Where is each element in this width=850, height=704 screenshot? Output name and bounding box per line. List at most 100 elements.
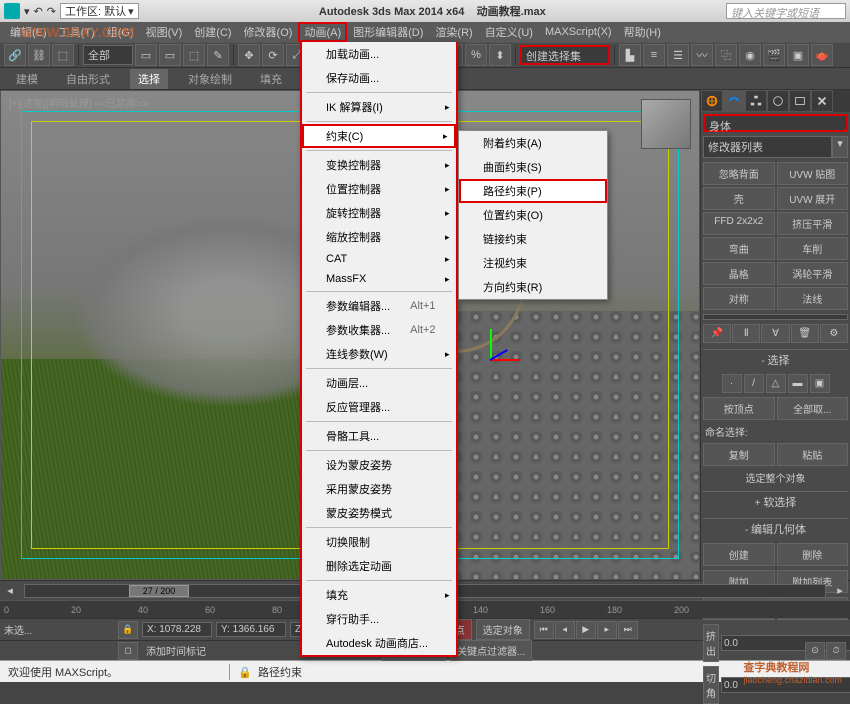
modifier-preset-button[interactable]: 对称: [703, 287, 775, 310]
menu-row[interactable]: 设为蒙皮姿势: [302, 453, 456, 477]
menu-row[interactable]: 参数收集器...Alt+2: [302, 318, 456, 342]
motion-tab-icon[interactable]: [767, 90, 789, 112]
menu-item[interactable]: 帮助(H): [618, 22, 667, 42]
remove-mod-icon[interactable]: 🗑: [791, 324, 819, 343]
select-name-icon[interactable]: ▭: [159, 44, 181, 66]
menu-item[interactable]: 修改器(O): [238, 22, 299, 42]
lock-icon[interactable]: 🔒: [238, 666, 250, 678]
viewcube[interactable]: [641, 99, 691, 149]
named-selection-dropdown[interactable]: 创建选择集: [520, 45, 610, 65]
select-icon[interactable]: ▭: [135, 44, 157, 66]
menu-row[interactable]: 位置约束(O): [459, 203, 607, 227]
face-subobj-icon[interactable]: △: [766, 374, 786, 393]
qat-icon[interactable]: ▾: [24, 5, 30, 18]
menu-row[interactable]: 参数编辑器...Alt+1: [302, 294, 456, 318]
menu-row[interactable]: 保存动画...: [302, 66, 456, 90]
soft-select-rollout[interactable]: + 软选择: [703, 491, 848, 512]
align-icon[interactable]: ≡: [643, 44, 665, 66]
menu-row[interactable]: CAT: [302, 249, 456, 269]
app-logo[interactable]: [4, 3, 20, 19]
menu-item[interactable]: 创建(C): [188, 22, 237, 42]
menu-row[interactable]: IK 解算器(I): [302, 95, 456, 119]
help-search[interactable]: 键入关键字或短语: [726, 3, 846, 19]
menu-row[interactable]: 骨骼工具...: [302, 424, 456, 448]
selection-rollout[interactable]: - 选择: [703, 349, 848, 370]
dropdown-arrow-icon[interactable]: ▾: [832, 136, 848, 158]
paste-btn[interactable]: 粘贴: [777, 443, 849, 466]
display-tab-icon[interactable]: [789, 90, 811, 112]
copy-btn[interactable]: 复制: [703, 443, 775, 466]
script-listener[interactable]: 欢迎使用 MAXScript。: [0, 664, 230, 680]
modifier-preset-button[interactable]: 挤压平滑: [777, 212, 849, 235]
config-icon[interactable]: ⚙: [820, 324, 848, 343]
render-icon[interactable]: 🫖: [811, 44, 833, 66]
menu-item[interactable]: 渲染(R): [429, 22, 478, 42]
menu-row[interactable]: 采用蒙皮姿势: [302, 477, 456, 501]
timeline-next-icon[interactable]: ▸: [830, 584, 850, 597]
menu-row[interactable]: 加载动画...: [302, 42, 456, 66]
modifier-preset-button[interactable]: 法线: [777, 287, 849, 310]
object-name-field[interactable]: 身体: [703, 114, 848, 132]
select-rect-icon[interactable]: ⬚: [183, 44, 205, 66]
poly-subobj-icon[interactable]: ▬: [788, 374, 808, 393]
goto-start-icon[interactable]: ⏮: [534, 621, 554, 639]
create-btn[interactable]: 创建: [703, 543, 775, 566]
isolate-icon[interactable]: ◻: [118, 642, 138, 660]
viewport-label[interactable]: [+][透视][明暗处理] <<已禁用>>: [9, 95, 148, 110]
y-coord[interactable]: Y: 1366.166: [216, 622, 286, 637]
key-filter-button[interactable]: 关键点过滤器...: [450, 640, 532, 661]
vertex-subobj-icon[interactable]: ·: [722, 374, 742, 393]
lock-selection-icon[interactable]: 🔒: [118, 621, 138, 639]
mirror-icon[interactable]: ▙: [619, 44, 641, 66]
curve-editor-icon[interactable]: 〰: [691, 44, 713, 66]
menu-row[interactable]: 曲面约束(S): [459, 155, 607, 179]
menu-item[interactable]: 视图(V): [140, 22, 189, 42]
timeline-prev-icon[interactable]: ◂: [0, 584, 20, 597]
qat-icon[interactable]: ↷: [47, 5, 56, 18]
modifier-preset-button[interactable]: 忽略背面: [703, 162, 775, 185]
layer-icon[interactable]: ☰: [667, 44, 689, 66]
menu-row[interactable]: Autodesk 动画商店...: [302, 631, 456, 655]
menu-item[interactable]: 自定义(U): [479, 22, 539, 42]
by-vertex-btn[interactable]: 按顶点: [703, 397, 775, 420]
select-paint-icon[interactable]: ✎: [207, 44, 229, 66]
ribbon-tab[interactable]: 建模: [8, 69, 46, 89]
modifier-preset-button[interactable]: FFD 2x2x2: [703, 212, 775, 235]
bind-icon[interactable]: ⬚: [52, 44, 74, 66]
menu-row[interactable]: 蒙皮姿势模式: [302, 501, 456, 525]
modifier-preset-button[interactable]: 车削: [777, 237, 849, 260]
workspace-dropdown[interactable]: 工作区: 默认▾: [60, 3, 139, 19]
menu-row[interactable]: MassFX: [302, 269, 456, 289]
modifier-preset-button[interactable]: 壳: [703, 187, 775, 210]
render-frame-icon[interactable]: ▣: [787, 44, 809, 66]
key-mode-icon[interactable]: ⊙: [805, 642, 825, 660]
stack-header[interactable]: ▣ 可编辑网格: [706, 317, 845, 320]
menu-row[interactable]: 填充: [302, 583, 456, 607]
modifier-preset-button[interactable]: UVW 展开: [777, 187, 849, 210]
time-slider-handle[interactable]: 27 / 200: [129, 585, 189, 597]
selection-filter[interactable]: 全部: [83, 45, 133, 65]
select-all-btn[interactable]: 全部取...: [777, 397, 849, 420]
modify-tab-icon[interactable]: [723, 90, 745, 112]
percent-snap-icon[interactable]: %: [465, 44, 487, 66]
menu-row[interactable]: 删除选定动画: [302, 554, 456, 578]
menu-row[interactable]: 缩放控制器: [302, 225, 456, 249]
menu-row[interactable]: 路径约束(P): [459, 179, 607, 203]
rotate-icon[interactable]: ⟳: [262, 44, 284, 66]
menu-item[interactable]: 动画(A): [298, 22, 347, 42]
menu-row[interactable]: 动画层...: [302, 371, 456, 395]
next-frame-icon[interactable]: ▸: [597, 621, 617, 639]
menu-row[interactable]: 位置控制器: [302, 177, 456, 201]
show-result-icon[interactable]: Ⅱ: [732, 324, 760, 343]
menu-row[interactable]: 反应管理器...: [302, 395, 456, 419]
x-coord[interactable]: X: 1078.228: [142, 622, 212, 637]
unique-icon[interactable]: ∀: [761, 324, 789, 343]
modifier-preset-button[interactable]: 涡轮平滑: [777, 262, 849, 285]
move-icon[interactable]: ✥: [238, 44, 260, 66]
menu-item[interactable]: 图形编辑器(D): [347, 22, 429, 42]
modifier-preset-button[interactable]: 弯曲: [703, 237, 775, 260]
ribbon-tab[interactable]: 对象绘制: [180, 69, 240, 89]
ribbon-tab[interactable]: 填充: [252, 69, 290, 89]
delete-btn[interactable]: 删除: [777, 543, 849, 566]
menu-row[interactable]: 切换限制: [302, 530, 456, 554]
